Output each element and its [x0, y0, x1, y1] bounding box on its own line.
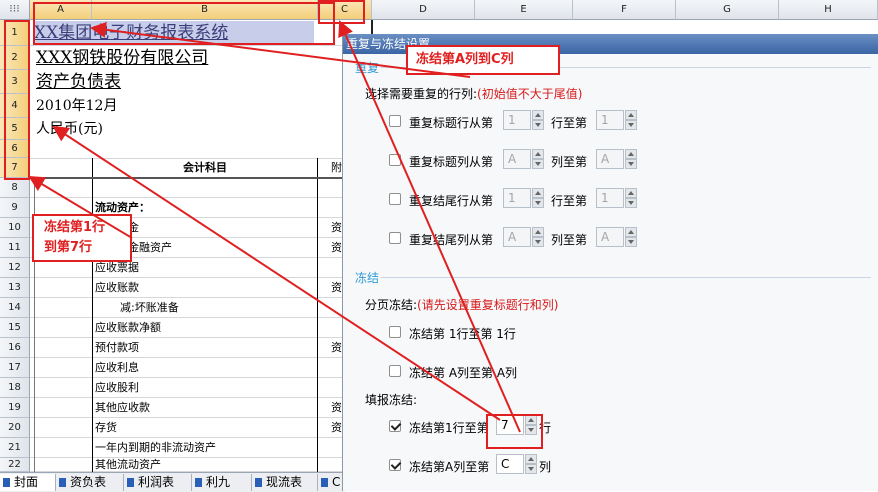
arrow-to-rows	[52, 125, 501, 421]
arrow-to-column-c	[338, 20, 521, 433]
annotation-arrows	[28, 20, 521, 433]
arrow-to-columns	[90, 21, 471, 78]
arrow-to-row-7	[28, 175, 133, 239]
